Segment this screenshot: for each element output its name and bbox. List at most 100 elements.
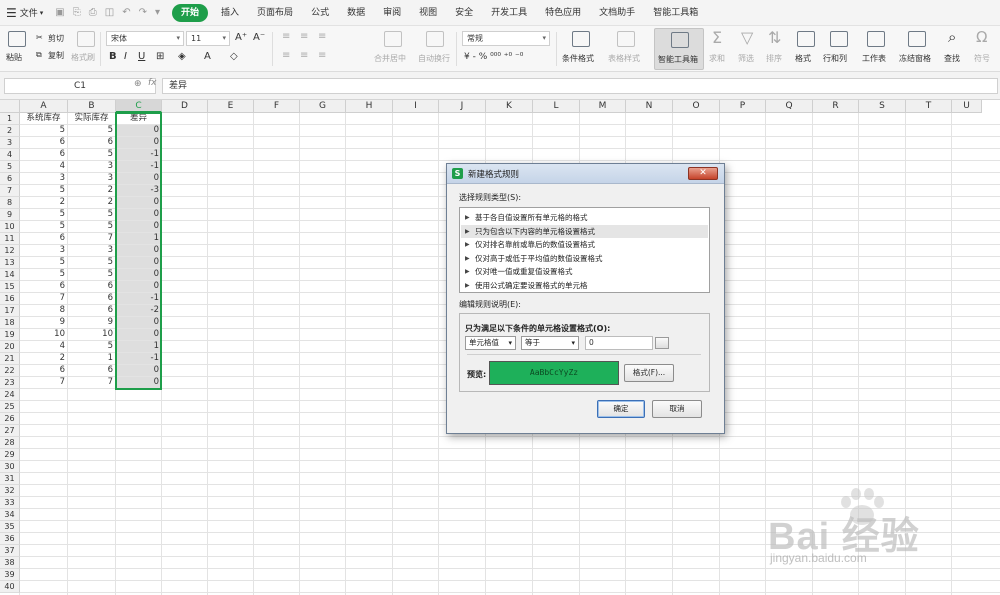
font-size-select[interactable]: 11 ▾ [186, 31, 230, 46]
dialog-title-bar[interactable]: S 新建格式规则 ✕ [447, 164, 724, 184]
paste-icon[interactable] [8, 31, 26, 47]
format-icon[interactable] [797, 31, 815, 47]
row-header[interactable]: 26 [0, 413, 20, 425]
row-header[interactable]: 33 [0, 497, 20, 509]
row-header[interactable]: 34 [0, 509, 20, 521]
row-header[interactable]: 12 [0, 245, 20, 257]
format-painter-icon[interactable] [77, 31, 95, 47]
undo-icon[interactable]: ↶ [122, 7, 130, 18]
table-cell[interactable]: 6 [68, 305, 115, 316]
redo-icon[interactable]: ↷ [139, 7, 147, 18]
tab-1[interactable]: 插入 [212, 4, 248, 22]
tab-10[interactable]: 文档助手 [590, 4, 644, 22]
table-style-button[interactable]: 表格样式 [608, 53, 640, 64]
row-header[interactable]: 2 [0, 125, 20, 137]
worksheet-button[interactable]: 工作表 [862, 53, 886, 64]
sum-icon[interactable]: Σ [712, 28, 722, 47]
rule-type-item[interactable]: ▶ 基于各自值设置所有单元格的格式 [461, 211, 708, 224]
tab-11[interactable]: 智能工具箱 [644, 4, 707, 22]
table-cell[interactable]: 5 [20, 257, 67, 268]
column-header[interactable]: D [162, 100, 208, 113]
font-color-icon[interactable]: A [204, 51, 211, 62]
table-cell[interactable]: 9 [68, 317, 115, 328]
table-cell[interactable]: 2 [20, 353, 67, 364]
table-cell[interactable]: 3 [20, 173, 67, 184]
row-header[interactable]: 13 [0, 257, 20, 269]
row-header[interactable]: 1 [0, 113, 20, 125]
table-cell[interactable]: 6 [68, 281, 115, 292]
row-header[interactable]: 37 [0, 545, 20, 557]
column-header[interactable]: Q [766, 100, 813, 113]
table-cell[interactable]: 6 [20, 137, 67, 148]
table-cell[interactable]: 5 [68, 257, 115, 268]
table-cell[interactable]: 6 [68, 293, 115, 304]
column-header[interactable]: M [580, 100, 626, 113]
table-cell[interactable]: 7 [20, 377, 67, 388]
row-header[interactable]: 9 [0, 209, 20, 221]
column-header[interactable]: S [859, 100, 906, 113]
row-header[interactable]: 28 [0, 437, 20, 449]
number-format-select[interactable]: 常规 ▾ [462, 31, 550, 46]
row-header[interactable]: 38 [0, 557, 20, 569]
font-grow-icon[interactable]: A⁺ [235, 32, 247, 43]
table-cell[interactable]: 3 [20, 245, 67, 256]
align-middle-icon[interactable]: ≡ [300, 31, 308, 42]
tab-7[interactable]: 安全 [446, 4, 482, 22]
format-button[interactable]: 格式 [795, 53, 811, 64]
freeze-panes-button[interactable]: 冻结窗格 [899, 53, 931, 64]
column-header[interactable]: A [20, 100, 68, 113]
row-header[interactable]: 31 [0, 473, 20, 485]
print-preview-icon[interactable]: ◫ [105, 7, 114, 18]
table-cell[interactable]: 7 [68, 377, 115, 388]
worksheet-icon[interactable] [867, 31, 885, 47]
table-cell[interactable]: 6 [68, 137, 115, 148]
file-menu[interactable]: ☰ 文件 ▾ [0, 0, 49, 26]
table-cell[interactable]: 10 [20, 329, 67, 340]
table-cell[interactable]: 5 [20, 209, 67, 220]
column-header[interactable]: O [673, 100, 720, 113]
column-header[interactable]: B [68, 100, 116, 113]
table-cell[interactable]: 9 [20, 317, 67, 328]
tab-6[interactable]: 视图 [410, 4, 446, 22]
row-header[interactable]: 20 [0, 341, 20, 353]
rule-type-item[interactable]: ▶ 仅对高于或低于平均值的数值设置格式 [461, 252, 708, 265]
freeze-panes-icon[interactable] [908, 31, 926, 47]
save-icon[interactable]: ▣ [55, 7, 64, 18]
auto-wrap-icon[interactable] [426, 31, 444, 47]
cut-button[interactable]: 剪切 [48, 33, 64, 44]
table-cell[interactable]: 1 [68, 353, 115, 364]
border-icon[interactable]: ⊞ [156, 51, 164, 62]
bold-icon[interactable]: B [109, 51, 117, 62]
tab-5[interactable]: 审阅 [374, 4, 410, 22]
filter-icon[interactable]: ▽ [741, 28, 753, 47]
smart-toolbox-button[interactable]: 智能工具箱 [654, 28, 704, 70]
column-header[interactable]: F [254, 100, 300, 113]
omega-icon[interactable]: Ω [976, 28, 987, 46]
column-header[interactable]: H [346, 100, 393, 113]
row-header[interactable]: 11 [0, 233, 20, 245]
row-header[interactable]: 36 [0, 533, 20, 545]
align-left-icon[interactable]: ≡ [282, 50, 290, 61]
fx-icon[interactable]: fx [148, 78, 157, 88]
font-shrink-icon[interactable]: A⁻ [253, 32, 265, 43]
table-cell[interactable]: 5 [68, 149, 115, 160]
column-header[interactable]: T [906, 100, 952, 113]
row-header[interactable]: 6 [0, 173, 20, 185]
table-cell[interactable]: 5 [20, 125, 67, 136]
row-header[interactable]: 29 [0, 449, 20, 461]
column-header[interactable]: U [952, 100, 982, 113]
table-cell[interactable]: 5 [68, 341, 115, 352]
row-header[interactable]: 19 [0, 329, 20, 341]
column-header[interactable]: G [300, 100, 346, 113]
table-cell[interactable]: 6 [68, 365, 115, 376]
column-header[interactable]: P [720, 100, 766, 113]
table-cell[interactable]: 3 [68, 173, 115, 184]
condition-type-select[interactable]: 单元格值 ▾ [465, 336, 516, 350]
close-button[interactable]: ✕ [688, 167, 718, 180]
table-cell[interactable]: 7 [20, 293, 67, 304]
table-cell[interactable]: 6 [20, 149, 67, 160]
merge-center-icon[interactable] [384, 31, 402, 47]
table-cell[interactable]: 5 [68, 269, 115, 280]
row-header[interactable]: 17 [0, 305, 20, 317]
row-header[interactable]: 39 [0, 569, 20, 581]
